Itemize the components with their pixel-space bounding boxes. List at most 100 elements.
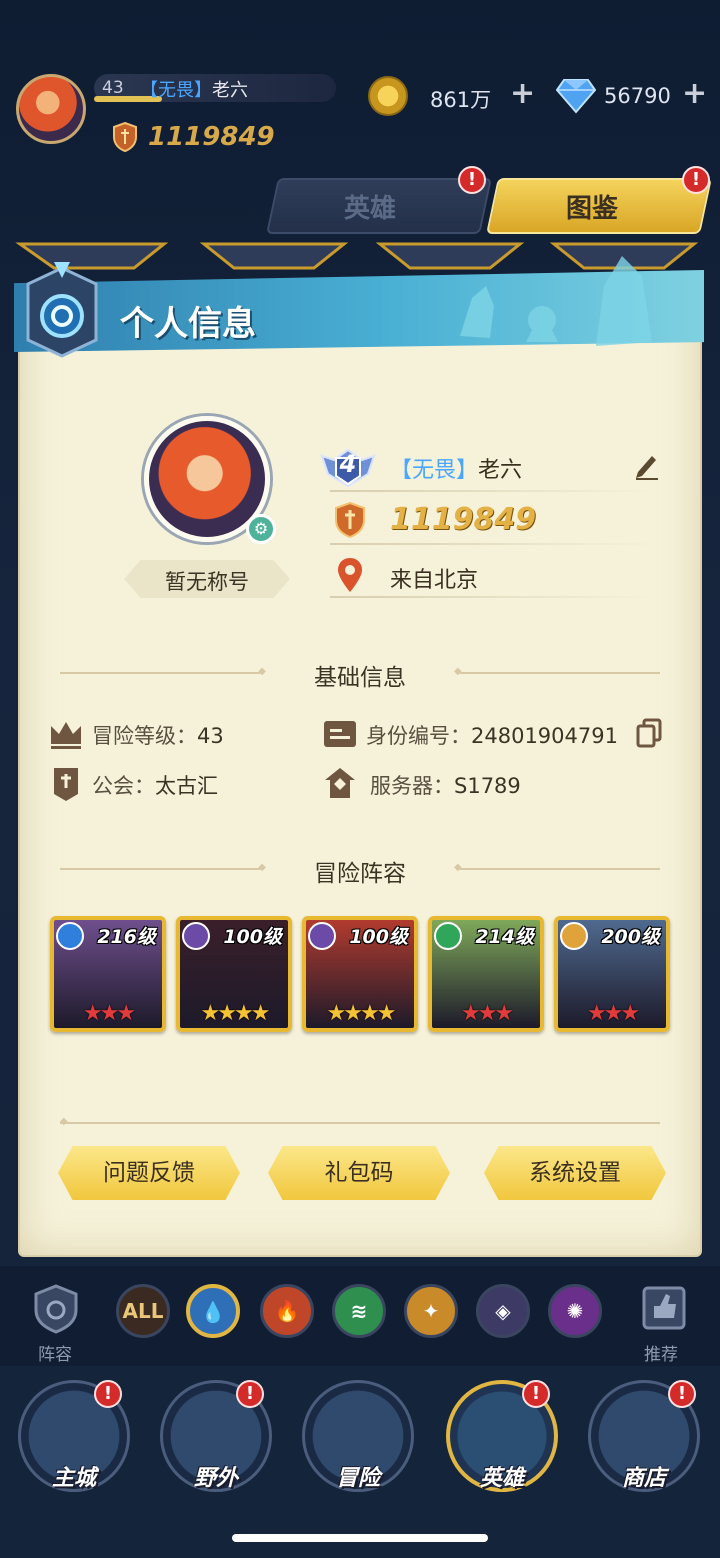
- nav-heroes-label[interactable]: 英雄: [446, 1460, 558, 1492]
- guild-value: 太古汇: [155, 774, 218, 798]
- section-divider-left: [60, 862, 266, 873]
- recommend-thumbs-up-icon[interactable]: [638, 1282, 690, 1334]
- recommend-label[interactable]: 推荐: [644, 1340, 678, 1365]
- hero-level: 100级: [223, 926, 282, 948]
- basic-info-heading: 基础信息: [314, 665, 406, 691]
- guild-tag: 【无畏】: [140, 80, 212, 101]
- hero-card[interactable]: 100级 ★★★★: [176, 916, 292, 1032]
- edit-name-pencil-icon[interactable]: [632, 452, 660, 480]
- filter-arcane-icon[interactable]: ✺: [548, 1284, 602, 1338]
- section-divider-left: [60, 666, 266, 677]
- player-avatar[interactable]: [16, 74, 86, 144]
- gift-code-button[interactable]: 礼包码: [268, 1146, 450, 1200]
- crown-icon: [51, 722, 81, 749]
- add-gold-button[interactable]: +: [510, 76, 535, 111]
- divider: [330, 490, 660, 492]
- server-castle-icon: [325, 768, 355, 798]
- nav-main-city-label[interactable]: 主城: [18, 1460, 130, 1492]
- diamond-amount: 56790: [604, 84, 671, 108]
- hero-stars: ★★★: [82, 1001, 136, 1026]
- hero-level: 216级: [97, 926, 156, 948]
- hero-card[interactable]: 100级 ★★★★: [302, 916, 418, 1032]
- lineup-shield-icon[interactable]: [30, 1282, 82, 1334]
- top-power-value: 1119849: [148, 122, 275, 152]
- hero-stars: ★★★: [460, 1001, 514, 1026]
- avatar-settings-gear-icon[interactable]: ⚙: [246, 514, 276, 544]
- guild-label: 公会：: [92, 774, 155, 798]
- hero-stars: ★★★★: [200, 1001, 271, 1026]
- adventure-level-value: 43: [197, 724, 224, 748]
- player-level: 43: [102, 78, 124, 98]
- nav-field-badge: !: [236, 1380, 264, 1408]
- bottom-divider: [60, 1116, 660, 1127]
- location-text: 来自北京: [390, 568, 479, 593]
- dark-element-icon: [308, 922, 336, 950]
- divider: [330, 543, 660, 545]
- tab-heroes-badge: !: [458, 166, 486, 194]
- id-number-value: 24801904791: [471, 724, 618, 748]
- tab-codex-badge: !: [682, 166, 710, 194]
- copy-icon[interactable]: [636, 718, 662, 748]
- hero-card[interactable]: 200级 ★★★: [554, 916, 670, 1032]
- filter-dark-icon[interactable]: ◈: [476, 1284, 530, 1338]
- player-name: 【无畏】老六: [140, 76, 248, 102]
- nickname: 老六: [212, 80, 248, 101]
- hero-stars: ★★★: [586, 1001, 640, 1026]
- gold-coin-icon: [368, 76, 408, 116]
- add-diamond-button[interactable]: +: [682, 76, 707, 111]
- nav-shop-label[interactable]: 商店: [588, 1460, 700, 1492]
- gold-amount: 861万: [430, 88, 492, 112]
- guild-info: 公会：太古汇: [92, 770, 218, 800]
- adventure-level: 冒险等级：43: [92, 720, 224, 750]
- feedback-button[interactable]: 问题反馈: [58, 1146, 240, 1200]
- hero-card[interactable]: 216级 ★★★: [50, 916, 166, 1032]
- section-divider-right: [454, 666, 660, 677]
- hero-level: 214级: [475, 926, 534, 948]
- dark-element-icon: [182, 922, 210, 950]
- divider: [330, 596, 660, 598]
- profile-emblem-icon: [26, 262, 98, 358]
- panel-title: 个人信息: [120, 304, 256, 344]
- filter-wind-icon[interactable]: ≋: [332, 1284, 386, 1338]
- hero-stars: ★★★★: [326, 1001, 397, 1026]
- filter-all-button[interactable]: ALL: [116, 1284, 170, 1338]
- nav-heroes-badge: !: [522, 1380, 550, 1408]
- filter-water-icon[interactable]: 💧: [186, 1284, 240, 1338]
- lineup-heading: 冒险阵容: [314, 861, 406, 887]
- id-number: 身份编号：24801904791: [366, 720, 618, 750]
- power-shield-icon: [113, 122, 137, 152]
- rank-number: 4: [339, 450, 357, 478]
- profile-power-value: 1119849: [390, 502, 537, 537]
- tab-heroes-label: 英雄: [344, 194, 397, 224]
- lineup-label[interactable]: 阵容: [38, 1340, 72, 1365]
- nav-shop-badge: !: [668, 1380, 696, 1408]
- hero-silhouettes-decoration: [460, 256, 652, 346]
- profile-nickname: 老六: [478, 458, 523, 483]
- id-card-icon: [324, 721, 356, 747]
- hero-level: 100级: [349, 926, 408, 948]
- wind-element-icon: [434, 922, 462, 950]
- adventure-level-label: 冒险等级：: [92, 724, 197, 748]
- system-settings-button[interactable]: 系统设置: [484, 1146, 666, 1200]
- server-info: 服务器：S1789: [370, 770, 521, 800]
- diamond-icon: [556, 79, 596, 114]
- section-divider-right: [454, 862, 660, 873]
- home-indicator[interactable]: [232, 1534, 488, 1542]
- location-pin-icon: [338, 558, 362, 592]
- nav-field-label[interactable]: 野外: [160, 1460, 272, 1492]
- server-value: S1789: [454, 774, 521, 798]
- tab-codex-label: 图鉴: [566, 194, 619, 224]
- water-element-icon: [56, 922, 84, 950]
- filter-fire-icon[interactable]: 🔥: [260, 1284, 314, 1338]
- nav-adventure-label[interactable]: 冒险: [302, 1460, 414, 1492]
- nav-main-city-badge: !: [94, 1380, 122, 1408]
- hero-level: 200级: [601, 926, 660, 948]
- profile-guild-tag: 【无畏】: [390, 458, 479, 483]
- guild-banner-icon: [54, 768, 78, 801]
- hero-card[interactable]: 214级 ★★★: [428, 916, 544, 1032]
- filter-light-icon[interactable]: ✦: [404, 1284, 458, 1338]
- title-badge-text: 暂无称号: [165, 570, 249, 594]
- id-number-label: 身份编号：: [366, 724, 471, 748]
- profile-name: 【无畏】老六: [390, 452, 522, 484]
- server-label: 服务器：: [370, 774, 454, 798]
